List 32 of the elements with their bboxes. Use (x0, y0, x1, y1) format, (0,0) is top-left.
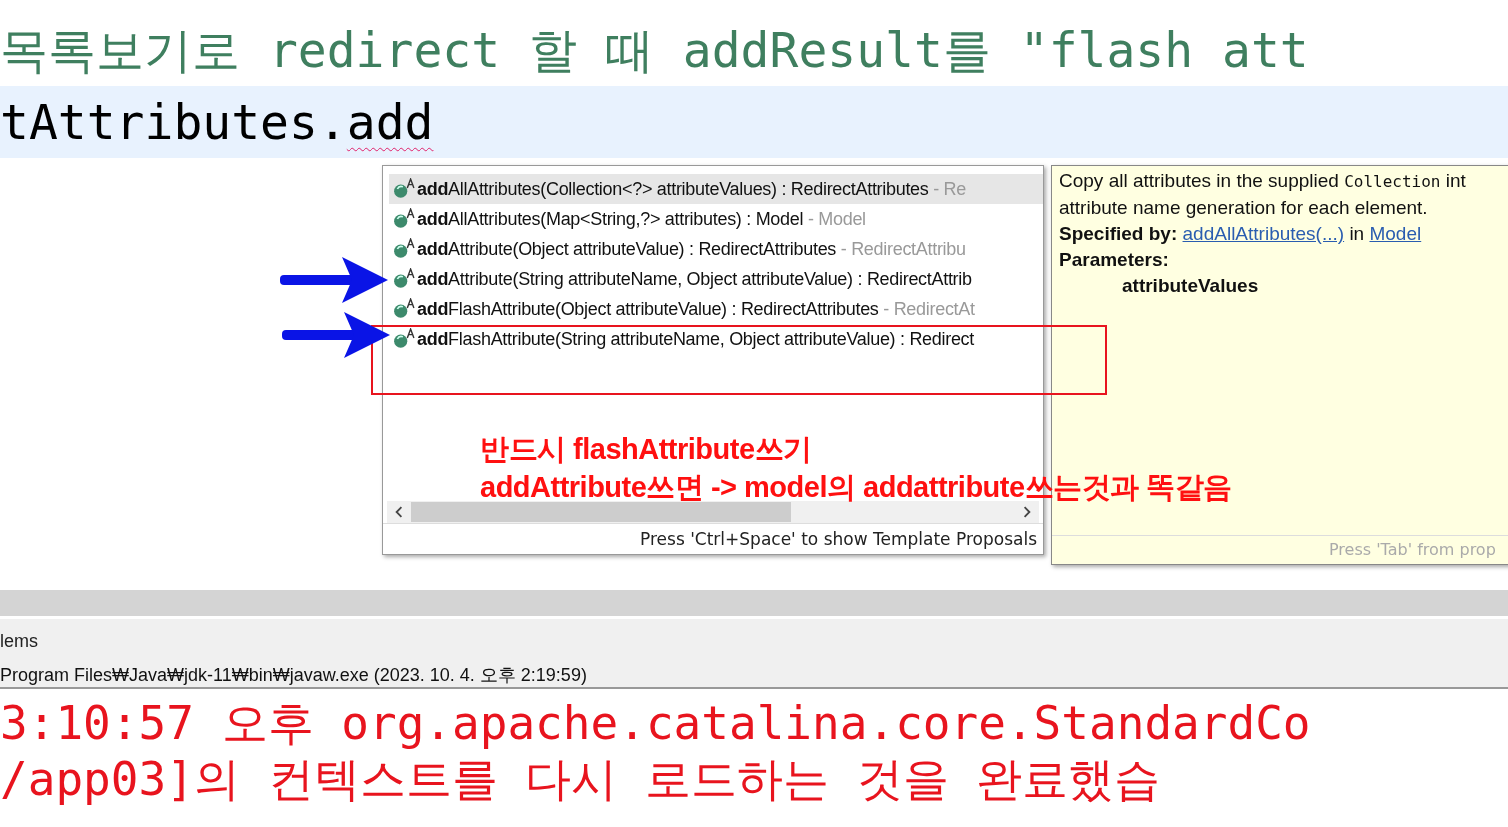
doc-link[interactable]: Model (1369, 223, 1422, 244)
proposal-item[interactable]: addFlashAttribute(Object attributeValue) : RedirectAttributes - RedirectAt (389, 294, 1043, 324)
doc-label: Parameters: (1059, 249, 1169, 270)
doc-text: in (1349, 223, 1365, 244)
scroll-right-icon[interactable] (1021, 506, 1033, 518)
doc-text: Copy all attributes in the supplied Collection int (1059, 169, 1467, 193)
doc-link[interactable]: addAllAttributes(...) (1182, 223, 1345, 244)
annotation-text: 반드시 flashAttribute쓰기 (480, 434, 813, 464)
view-tab[interactable]: lems (0, 630, 38, 652)
doc-text: attribute name generation for each element. (1059, 196, 1429, 220)
status-hint: Press 'Tab' from prop (1052, 535, 1508, 564)
status-hint: Press 'Ctrl+Space' to show Template Proposals (383, 523, 1043, 554)
proposal-item[interactable]: addAllAttributes(Collection<?> attributeValues) : RedirectAttributes - Re (389, 174, 1043, 204)
horizontal-scrollbar[interactable] (387, 501, 1039, 523)
proposal-item[interactable]: addAttribute(Object attributeValue) : RedirectAttributes - RedirectAttribu (389, 234, 1043, 264)
method-icon (393, 298, 415, 320)
method-icon (393, 178, 415, 200)
method-icon (393, 268, 415, 290)
console-line: /app03]의 컨텍스트를 다시 로드하는 것을 완료했습 (0, 751, 1162, 807)
method-icon (393, 328, 415, 350)
proposal-item[interactable]: addFlashAttribute(String attributeName, Object attributeValue) : Redirect (389, 324, 1043, 354)
code-comment: 목록보기로 redirect 할 때 addResult를 "flash att (0, 21, 1310, 80)
proposal-item[interactable]: addAttribute(String attributeName, Object attributeValue) : RedirectAttrib (389, 264, 1043, 294)
parameter-name: attributeValues (1122, 275, 1259, 296)
console-header: Program Files₩Java₩jdk-11₩bin₩javaw.exe (2023. 10. 4. 오후 2:19:59) (0, 663, 1508, 689)
annotation-text: addAttribute쓰면 -> model의 addattribute쓰는것과 똑같음 (480, 472, 1232, 502)
scroll-left-icon[interactable] (393, 506, 405, 518)
doc-label: Specified by: (1059, 223, 1178, 244)
console-line: 3:10:57 오후 org.apache.catalina.core.StandardCo (0, 695, 1312, 751)
method-icon (393, 208, 415, 230)
method-icon (393, 238, 415, 260)
proposal-item[interactable]: addAllAttributes(Map<String,?> attributes) : Model - Model (389, 204, 1043, 234)
